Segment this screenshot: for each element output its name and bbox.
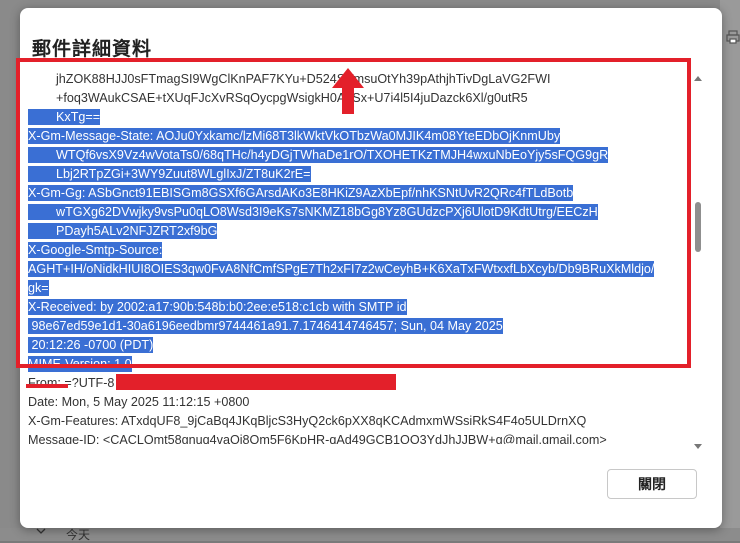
header-line-text: AGHT+IH/oNidkHIUI8OIES3qw0FvA8NfCmfSPgE7…: [28, 261, 655, 277]
header-line: X-Received: by 2002:a17:90b:548b:b0:2ee:…: [28, 298, 407, 317]
message-details-dialog: 郵件詳細資料 jhZOK88HJJ0sFTmagSI9WgClKnPAF7KYu…: [20, 8, 722, 528]
header-line: PDayh5ALv2NFJZRT2xf9bG: [28, 222, 218, 241]
header-line-text: X-Gm-Message-State: AOJu0Yxkamc/lzMi68T3…: [28, 128, 561, 144]
header-line-text: MIME-Version: 1.0: [28, 356, 132, 372]
header-line: X-Google-Smtp-Source:: [28, 241, 163, 260]
header-line-text: PDayh5ALv2NFJZRT2xf9bG: [28, 223, 218, 239]
header-line-text: WTQf6vsX9Vz4wVotaTs0/68qTHc/h4yDGjTWhaDe…: [28, 147, 609, 163]
header-line: jhZOK88HJJ0sFTmagSI9WgClKnPAF7KYu+D524SV…: [28, 70, 551, 89]
header-line: Date: Mon, 5 May 2025 11:12:15 +0800: [28, 393, 249, 412]
header-line: +foq3WAukCSAE+tXUqFJcXvRSqOycpgWsigkH0Au…: [28, 89, 528, 108]
header-line: MIME-Version: 1.0: [28, 355, 132, 374]
header-line: 98e67ed59e1d1-30a6196eedbmr9744461a91.7.…: [28, 317, 503, 336]
header-line-text: Message-ID: <CACLOmt58gnuq4vaOi8Om5F6KpH…: [28, 433, 607, 444]
header-line: X-Gm-Message-State: AOJu0Yxkamc/lzMi68T3…: [28, 127, 561, 146]
header-line: gk=: [28, 279, 49, 298]
dialog-title: 郵件詳細資料: [32, 39, 153, 60]
scroll-up-arrow-icon[interactable]: [693, 74, 703, 85]
header-line: X-Gm-Gg: ASbGnct91EBISGm8GSXf6GArsdAKo3E…: [28, 184, 574, 203]
header-line-text: 98e67ed59e1d1-30a6196eedbmr9744461a91.7.…: [28, 318, 503, 334]
background-group-label: 今天: [66, 528, 91, 542]
header-line-text: 20:12:26 -0700 (PDT): [28, 337, 154, 353]
header-line-text: X-Received: by 2002:a17:90b:548b:b0:2ee:…: [28, 299, 407, 315]
header-line-text: +foq3WAukCSAE+tXUqFJcXvRSqOycpgWsigkH0Au…: [28, 91, 528, 105]
header-line: wTGXg62DVwjky9vsPu0qLO8Wsd3I9eKs7sNKMZ18…: [28, 203, 598, 222]
header-line: Lbj2RTpZGi+3WY9Zuut8WLglIxJ/ZT8uK2rE=: [28, 165, 311, 184]
header-line-text: Lbj2RTpZGi+3WY9Zuut8WLglIxJ/ZT8uK2rE=: [28, 166, 311, 182]
header-line-text: X-Gm-Gg: ASbGnct91EBISGm8GSXf6GArsdAKo3E…: [28, 185, 574, 201]
scroll-down-arrow-icon[interactable]: [693, 443, 703, 454]
header-line-text: jhZOK88HJJ0sFTmagSI9WgClKnPAF7KYu+D524SV…: [28, 72, 551, 86]
annotation-underline: [26, 384, 68, 388]
header-line: X-Gm-Features: ATxdqUF8_9jCaBq4JKqBljcS3…: [28, 412, 586, 431]
header-line: AGHT+IH/oNidkHIUI8OIES3qw0FvA8NfCmfSPgE7…: [28, 260, 655, 279]
header-line: WTQf6vsX9Vz4wVotaTs0/68qTHc/h4yDGjTWhaDe…: [28, 146, 609, 165]
header-line-text: gk=: [28, 280, 49, 296]
header-line: KxTg==: [28, 108, 101, 127]
header-line: Message-ID: <CACLOmt58gnuq4vaOi8Om5F6KpH…: [28, 431, 607, 444]
header-line-text: wTGXg62DVwjky9vsPu0qLO8Wsd3I9eKs7sNKMZ18…: [28, 204, 598, 220]
header-line-text: Date: Mon, 5 May 2025 11:12:15 +0800: [28, 395, 250, 409]
background-right-panel: [720, 0, 740, 541]
header-scrollbar[interactable]: [688, 70, 708, 458]
close-button[interactable]: 關閉: [607, 469, 697, 499]
header-line-text: X-Google-Smtp-Source:: [28, 242, 163, 258]
background-bottom-row: [0, 528, 740, 541]
printer-icon: [726, 30, 740, 44]
redaction-bar: [116, 374, 396, 390]
scrollbar-thumb[interactable]: [695, 202, 701, 252]
header-line: 20:12:26 -0700 (PDT): [28, 336, 154, 355]
header-line-text: KxTg==: [28, 109, 101, 125]
header-line-text: X-Gm-Features: ATxdqUF8_9jCaBq4JKqBljcS3…: [28, 414, 587, 428]
header-line-text: From: =?UTF-8: [28, 376, 115, 390]
